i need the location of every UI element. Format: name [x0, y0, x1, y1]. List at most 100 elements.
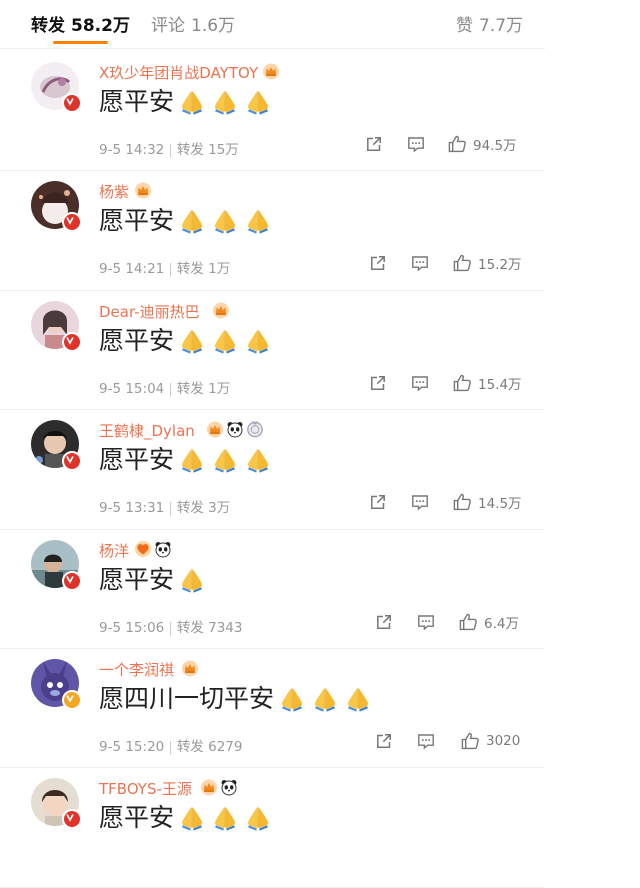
post-meta: 9-5 14:21 | 转发 1万	[99, 257, 230, 277]
like-count: 94.5万	[473, 138, 517, 154]
crown-icon	[212, 301, 230, 319]
comment-body: 愿平安	[99, 564, 175, 594]
post-time: 9-5 15:20	[99, 738, 165, 755]
avatar[interactable]	[31, 539, 82, 591]
active-tab-indicator	[53, 41, 108, 44]
comment-text: 愿平安	[99, 204, 273, 238]
folded-hands-icon	[243, 802, 273, 832]
repost-list: X玖少年团肖战DAYTOY 愿平安 9-5 14:32 | 转发 15万 94.5万 杨紫愿…	[0, 52, 545, 888]
username-link[interactable]: 杨紫	[99, 181, 129, 202]
repost-label: 转发	[176, 500, 204, 517]
like-button[interactable]: 15.2万	[452, 253, 522, 273]
repost-count: 6279	[208, 738, 243, 755]
username-link[interactable]: Dear-迪丽热巴	[99, 301, 200, 322]
post-time: 9-5 14:32	[99, 142, 165, 158]
repost-item: TFBOYS-王源愿平安	[0, 768, 545, 888]
like-button[interactable]: 14.5万	[452, 492, 522, 512]
avatar[interactable]	[31, 658, 82, 710]
repost-label: 转发	[176, 619, 204, 636]
avatar[interactable]	[31, 62, 82, 113]
repost-item: 一个李润祺 愿四川一切平安 9-5 15:20 | 转发 6279 3020	[0, 649, 545, 769]
username-link[interactable]: 王鹤棣_Dylan	[99, 420, 195, 441]
avatar[interactable]	[31, 778, 82, 830]
meta-separator: |	[168, 738, 173, 755]
comment-body: 愿平安	[99, 445, 175, 475]
tab-repost-label: 转发	[31, 16, 65, 36]
meta-separator: |	[168, 142, 173, 158]
share-button[interactable]	[368, 373, 388, 393]
folded-hands-icon	[243, 325, 273, 355]
folded-hands-icon	[310, 683, 340, 713]
comment-button[interactable]	[416, 612, 436, 632]
like-count: 6.4万	[484, 615, 519, 632]
folded-hands-icon	[210, 86, 240, 116]
like-button[interactable]: 94.5万	[447, 134, 517, 154]
tab-comment[interactable]: 评论 1.6万	[151, 11, 235, 36]
folded-hands-icon	[177, 444, 207, 474]
panda-icon	[226, 420, 244, 438]
avatar[interactable]	[31, 300, 82, 352]
tab-repost[interactable]: 转发 58.2万	[31, 11, 130, 36]
user-badges	[206, 420, 264, 438]
meta-separator: |	[168, 380, 173, 397]
crown-icon	[206, 420, 224, 438]
comment-icon	[406, 134, 426, 154]
crown-icon	[262, 62, 280, 80]
comment-button[interactable]	[410, 373, 430, 393]
comment-button[interactable]	[410, 253, 430, 273]
heart-badge-icon	[134, 540, 152, 558]
username-link[interactable]: 一个李润祺	[99, 659, 174, 680]
user-badges	[262, 62, 280, 80]
avatar[interactable]	[31, 181, 82, 233]
tab-like-count: 7.7万	[479, 16, 524, 36]
post-time: 9-5 15:04	[99, 380, 165, 397]
share-button[interactable]	[368, 253, 388, 273]
post-meta: 9-5 15:20 | 转发 6279	[99, 735, 242, 755]
thumbs-up-icon	[460, 731, 481, 751]
username-link[interactable]: X玖少年团肖战DAYTOY	[99, 62, 258, 83]
repost-label: 转发	[176, 261, 204, 278]
folded-hands-icon	[210, 325, 240, 355]
comment-body: 愿平安	[99, 325, 175, 355]
tab-repost-count: 58.2万	[71, 16, 130, 36]
verified-badge-icon	[62, 93, 82, 113]
post-meta: 9-5 14:32 | 转发 15万	[99, 138, 239, 158]
repost-label: 转发	[176, 380, 204, 397]
comment-button[interactable]	[406, 134, 426, 154]
repost-item: 杨紫 愿平安 9-5 14:21 | 转发 1万 15.2万	[0, 171, 545, 291]
comment-icon	[410, 492, 430, 512]
comment-body: 愿平安	[99, 803, 175, 833]
username-link[interactable]: 杨洋	[99, 540, 129, 561]
tab-like[interactable]: 赞 7.7万	[456, 11, 523, 36]
share-button[interactable]	[374, 612, 394, 632]
comment-text: 愿平安	[99, 801, 273, 835]
thumbs-up-icon	[452, 253, 473, 273]
folded-hands-icon	[177, 205, 207, 235]
folded-hands-icon	[243, 205, 273, 235]
verified-badge-icon	[62, 212, 82, 233]
like-button[interactable]: 3020	[460, 731, 520, 751]
repost-item: Dear-迪丽热巴 愿平安 9-5 15:04 | 转发 1万 15.4万	[0, 291, 545, 411]
share-icon	[368, 253, 388, 273]
crown-icon	[200, 778, 218, 796]
repost-label: 转发	[176, 142, 204, 158]
tab-bar: 转发 58.2万 评论 1.6万 赞 7.7万	[0, 0, 545, 49]
verified-badge-icon	[62, 451, 82, 472]
post-time: 9-5 15:06	[99, 619, 165, 636]
repost-count: 3万	[208, 500, 231, 517]
comment-button[interactable]	[410, 492, 430, 512]
folded-hands-icon	[243, 86, 273, 116]
verified-badge-icon	[62, 809, 82, 830]
thumbs-up-icon	[458, 612, 479, 632]
username-link[interactable]: TFBOYS-王源	[99, 778, 192, 799]
share-button[interactable]	[364, 134, 384, 154]
folded-hands-icon	[210, 205, 240, 235]
avatar[interactable]	[31, 420, 82, 472]
share-button[interactable]	[368, 492, 388, 512]
comment-button[interactable]	[416, 731, 436, 751]
panda-icon	[154, 540, 172, 558]
like-button[interactable]: 6.4万	[458, 612, 519, 632]
meta-separator: |	[168, 261, 173, 278]
share-button[interactable]	[374, 731, 394, 751]
like-button[interactable]: 15.4万	[452, 373, 522, 393]
